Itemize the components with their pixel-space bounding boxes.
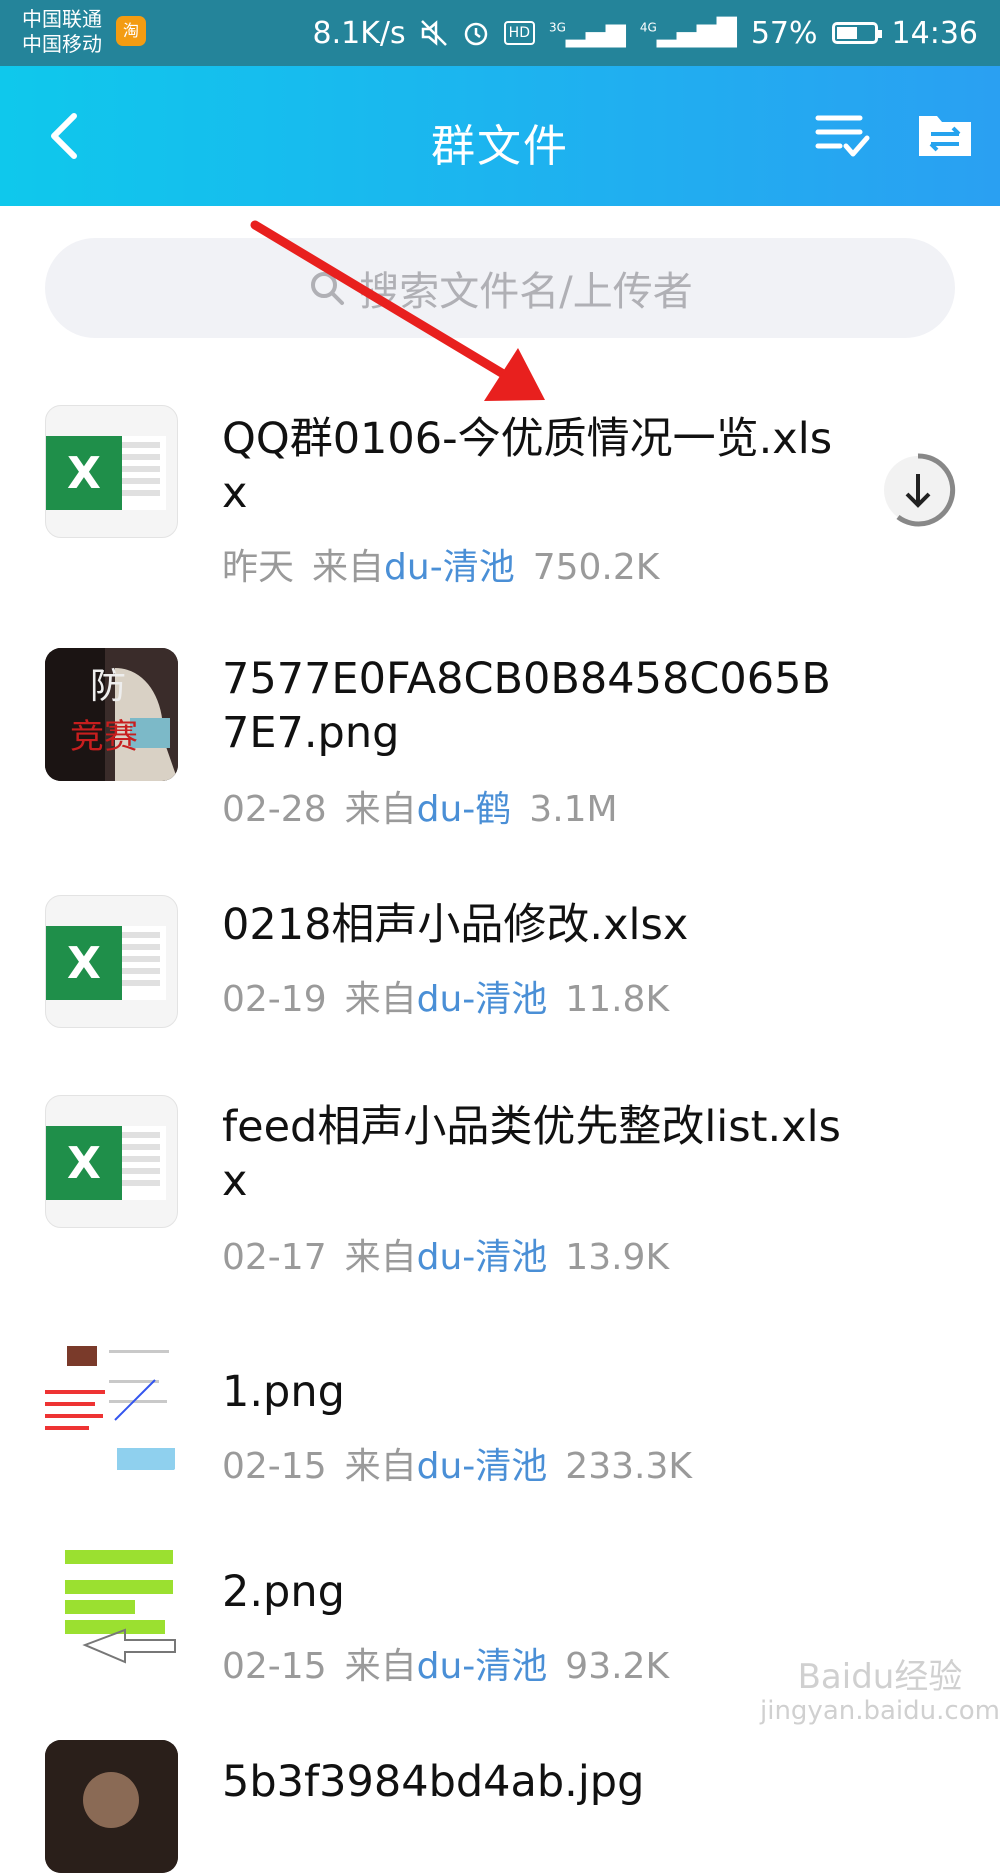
file-name: 7577E0FA8CB0B8458C065B7E7.png <box>222 654 831 758</box>
file-from-label: 来自 <box>312 547 385 588</box>
multi-select-icon[interactable] <box>812 104 872 164</box>
file-name: 1.png <box>222 1367 345 1417</box>
file-uploader[interactable]: du-鹤 <box>417 789 512 830</box>
search-icon <box>311 272 345 305</box>
file-meta: 02-28 来自du-鹤 3.1M <box>222 780 618 832</box>
file-name: 2.png <box>222 1567 345 1617</box>
net-3g-label: 3G <box>548 20 566 35</box>
excel-file-icon: X <box>45 895 178 1028</box>
file-uploader[interactable]: du-清池 <box>417 1446 548 1487</box>
file-date: 02-19 <box>222 979 327 1020</box>
file-size: 93.2K <box>565 1646 670 1687</box>
clock: 14:36 <box>891 15 978 51</box>
watermark-url: jingyan.baidu.com <box>760 1696 1000 1726</box>
file-name: feed相声小品类优先整改list.xlsx <box>222 1102 841 1206</box>
svg-text:竞赛: 竞赛 <box>70 717 138 757</box>
file-size: 11.8K <box>565 979 670 1020</box>
file-uploader[interactable]: du-清池 <box>417 1646 548 1687</box>
file-from-label: 来自 <box>344 1646 417 1687</box>
image-thumbnail <box>45 1540 178 1673</box>
battery-icon <box>831 22 882 44</box>
status-indicators: 8.1K/s HD 3G▂▄▆ 4G▂▄▆█ 57% 14:36 <box>313 0 978 66</box>
image-thumbnail: 防竞赛 <box>45 648 178 781</box>
excel-file-icon: X <box>45 1095 178 1228</box>
file-date: 02-15 <box>222 1446 327 1487</box>
file-meta: 02-19 来自du-清池 11.8K <box>222 970 669 1022</box>
search-box[interactable]: 搜索文件名/上传者 <box>45 238 955 338</box>
download-icon[interactable] <box>880 452 956 528</box>
file-name: QQ群0106-今优质情况一览.xlsx <box>222 414 833 518</box>
file-date: 02-17 <box>222 1237 327 1278</box>
svg-text:防: 防 <box>90 666 126 707</box>
svg-text:X: X <box>67 448 101 499</box>
file-uploader[interactable]: du-清池 <box>384 547 515 588</box>
file-date: 昨天 <box>222 547 295 588</box>
file-size: 3.1M <box>529 789 618 830</box>
image-thumbnail <box>45 1740 178 1873</box>
file-from-label: 来自 <box>344 789 417 830</box>
carrier-names: 中国联通 中国移动 <box>22 7 102 57</box>
excel-file-icon: X <box>45 405 178 538</box>
file-meta: 02-15 来自du-清池 233.3K <box>222 1437 692 1489</box>
file-uploader[interactable]: du-清池 <box>417 1237 548 1278</box>
battery-percent: 57% <box>750 15 818 51</box>
file-from-label: 来自 <box>344 1237 417 1278</box>
file-size: 13.9K <box>565 1237 670 1278</box>
header-bar: 群文件 <box>0 66 1000 206</box>
file-size: 233.3K <box>565 1446 692 1487</box>
svg-text:X: X <box>67 1138 101 1189</box>
alarm-icon <box>464 22 487 46</box>
hd-badge: HD <box>503 21 535 45</box>
search-placeholder: 搜索文件名/上传者 <box>359 269 693 315</box>
file-meta: 02-15 来自du-清池 93.2K <box>222 1637 669 1689</box>
status-bar: 中国联通 中国移动 淘 8.1K/s HD 3G▂▄▆ 4G▂▄▆█ 57% 1… <box>0 0 1000 66</box>
watermark-brand: Baidu经验 <box>797 1657 963 1697</box>
file-name: 5b3f3984bd4ab.jpg <box>222 1757 645 1807</box>
file-name: 0218相声小品修改.xlsx <box>222 900 689 950</box>
carrier-2: 中国移动 <box>22 32 102 56</box>
net-4g-label: 4G <box>639 20 657 35</box>
watermark: Baidu经验 jingyan.baidu.com <box>760 1660 1000 1728</box>
file-date: 02-15 <box>222 1646 327 1687</box>
network-speed: 8.1K/s <box>312 15 406 51</box>
signal-3g-icon: 3G▂▄▆ <box>548 18 626 48</box>
file-meta: 昨天 来自du-清池 750.2K <box>222 538 659 590</box>
file-uploader[interactable]: du-清池 <box>417 979 548 1020</box>
svg-text:X: X <box>67 938 101 989</box>
carrier-1: 中国联通 <box>22 7 102 31</box>
file-from-label: 来自 <box>344 979 417 1020</box>
taobao-notification-icon: 淘 <box>116 16 146 46</box>
mute-icon <box>420 20 447 46</box>
signal-4g-icon: 4G▂▄▆█ <box>639 18 737 48</box>
folder-transfer-icon[interactable] <box>915 104 975 164</box>
file-date: 02-28 <box>222 789 327 830</box>
file-size: 750.2K <box>532 547 660 588</box>
file-meta: 02-17 来自du-清池 13.9K <box>222 1228 669 1280</box>
image-thumbnail <box>45 1340 178 1473</box>
file-from-label: 来自 <box>344 1446 417 1487</box>
